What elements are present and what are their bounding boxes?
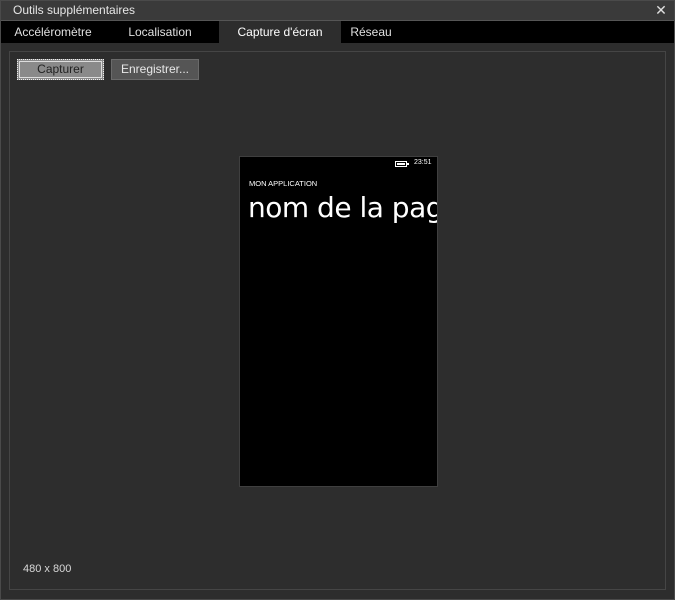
tab-screenshot[interactable]: Capture d'écran <box>219 21 341 43</box>
status-time: 23:51 <box>414 159 432 166</box>
battery-icon <box>395 161 409 167</box>
save-button[interactable]: Enregistrer... <box>111 59 199 80</box>
close-icon[interactable]: ✕ <box>654 2 668 18</box>
tab-bar: Accéléromètre Localisation Capture d'écr… <box>1 21 674 43</box>
extra-tools-window: Outils supplémentaires ✕ Accéléromètre L… <box>0 0 675 600</box>
tab-location[interactable]: Localisation <box>109 21 211 43</box>
app-title: MON APPLICATION <box>249 179 318 188</box>
capture-button[interactable]: Capturer <box>17 59 104 80</box>
title-bar[interactable]: Outils supplémentaires ✕ <box>1 1 674 21</box>
page-title: nom de la page <box>248 191 437 224</box>
tab-network[interactable]: Réseau <box>341 21 401 43</box>
screenshot-preview: 23:51 MON APPLICATION nom de la page <box>239 156 438 487</box>
window-title: Outils supplémentaires <box>13 3 136 17</box>
tab-accelerometer[interactable]: Accéléromètre <box>1 21 105 43</box>
resolution-label: 480 x 800 <box>23 563 72 575</box>
